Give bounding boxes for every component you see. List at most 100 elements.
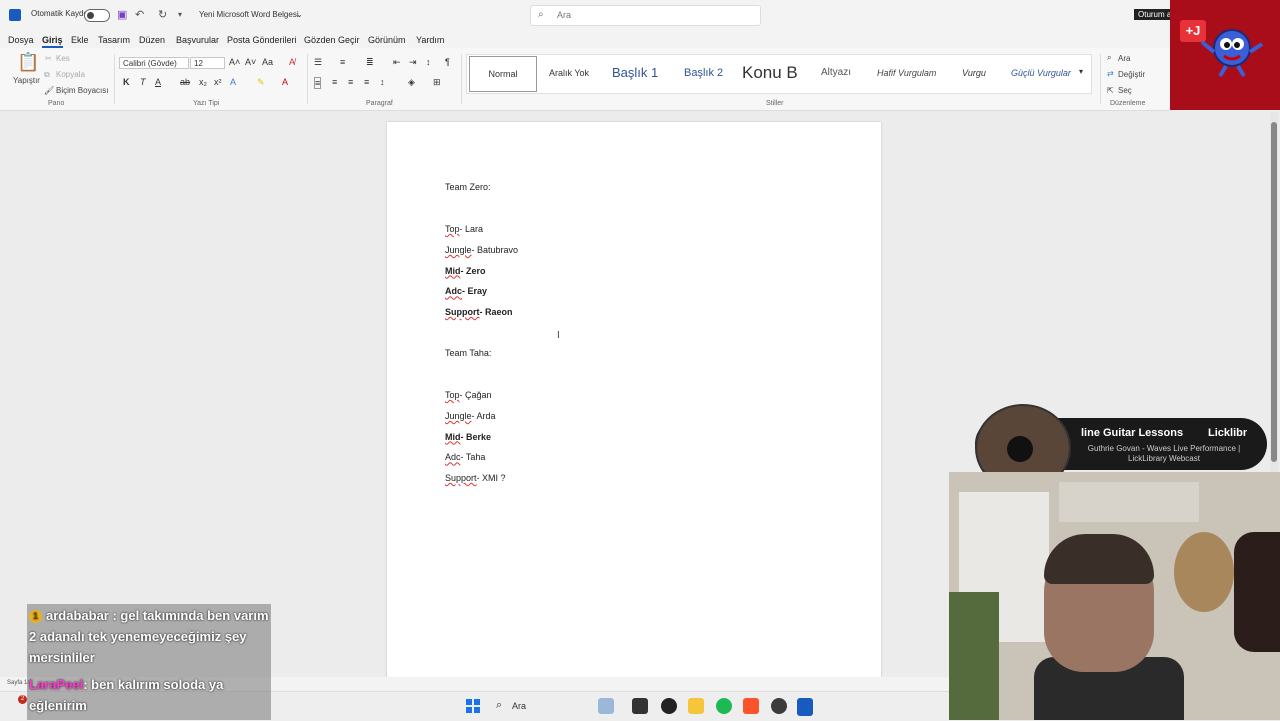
taskbar-search-icon[interactable]: ⌕ xyxy=(496,699,502,712)
player-line: Top- Lara xyxy=(445,224,483,234)
font-size-select[interactable]: 12 xyxy=(190,57,225,69)
chevron-down-icon[interactable]: ⌄ xyxy=(296,10,303,19)
tab-view[interactable]: Görünüm xyxy=(368,35,406,45)
windows-start-icon[interactable] xyxy=(466,699,480,713)
search-placeholder: Ara xyxy=(557,10,572,20)
document-title[interactable]: Yeni Microsoft Word Belgesi xyxy=(199,10,299,19)
player-role: Adc xyxy=(445,452,461,463)
shading-icon[interactable]: ◈ xyxy=(408,77,415,88)
sort-icon[interactable]: ↕ xyxy=(426,57,431,67)
show-marks-icon[interactable]: ¶ xyxy=(445,57,450,67)
paste-icon[interactable]: 📋 xyxy=(17,52,39,73)
tab-mailings[interactable]: Posta Gönderileri xyxy=(227,35,297,45)
taskbar-spotify-icon[interactable] xyxy=(716,698,732,714)
player-role: Top xyxy=(445,390,460,400)
grow-font-icon[interactable]: A˄ xyxy=(229,57,240,67)
align-right-icon[interactable]: ≡ xyxy=(348,77,353,87)
player-line: Top- Çağan xyxy=(445,390,492,400)
italic-button[interactable]: T xyxy=(140,77,146,87)
underline-icon[interactable]: A xyxy=(155,77,161,87)
replace-button[interactable]: Değiştir xyxy=(1118,70,1145,79)
tab-design[interactable]: Tasarım xyxy=(98,35,130,45)
style-emphasis[interactable]: Vurgu xyxy=(962,55,986,91)
style-heading-1[interactable]: Başlık 1 xyxy=(612,55,658,91)
font-family-select[interactable]: Calibri (Gövde) xyxy=(119,57,189,69)
find-button[interactable]: Ara xyxy=(1118,54,1130,63)
redo-icon[interactable]: ↻ xyxy=(158,8,167,21)
replace-icon[interactable]: ⇄ xyxy=(1107,69,1114,78)
taskbar-obs-icon[interactable] xyxy=(661,698,677,714)
increase-indent-icon[interactable]: ⇥ xyxy=(409,57,417,68)
select-button[interactable]: Seç xyxy=(1118,86,1132,95)
style-normal[interactable]: Normal xyxy=(469,56,537,92)
paste-button[interactable]: Yapıştır xyxy=(13,76,40,85)
format-painter-button[interactable]: Biçim Boyacısı xyxy=(56,86,108,95)
tab-review[interactable]: Gözden Geçir xyxy=(304,35,360,45)
customize-toolbar-icon[interactable]: ▾ xyxy=(178,10,182,19)
styles-group-label: Stiller xyxy=(766,100,784,107)
bullets-icon[interactable]: ☰ xyxy=(314,57,322,68)
guitar-banner-title: line Guitar Lessons xyxy=(1081,427,1184,439)
bold-button[interactable]: K xyxy=(123,77,130,87)
guitar-banner-brand: Licklibr xyxy=(1208,427,1248,439)
format-painter-icon[interactable]: 🖌 xyxy=(44,86,54,95)
player-name: Batubravo xyxy=(477,244,519,255)
shrink-font-icon[interactable]: A˅ xyxy=(245,57,256,67)
text-effects-icon[interactable]: A xyxy=(230,77,236,87)
taskbar-app-icon[interactable] xyxy=(771,698,787,714)
taskbar-word-icon[interactable] xyxy=(797,698,813,716)
style-heading-2[interactable]: Başlık 2 xyxy=(684,55,723,91)
superscript-icon[interactable]: x² xyxy=(214,77,222,87)
title-bar: Otomatik Kaydet ▣ ↶ ↻ ▾ Yeni Microsoft W… xyxy=(0,0,1280,30)
taskbar-search[interactable]: Ara xyxy=(512,701,526,711)
style-subtitle[interactable]: Altyazı xyxy=(821,55,851,91)
tab-help[interactable]: Yardım xyxy=(416,35,444,45)
strikethrough-icon[interactable]: ab xyxy=(180,77,190,87)
style-subtle-emphasis[interactable]: Hafif Vurgulam xyxy=(877,55,936,91)
clear-format-icon[interactable]: A̸ xyxy=(289,57,295,67)
align-center-icon[interactable]: ≡ xyxy=(332,77,337,87)
tab-layout[interactable]: Düzen xyxy=(139,35,165,45)
decrease-indent-icon[interactable]: ⇤ xyxy=(393,57,401,68)
tab-home[interactable]: Giriş xyxy=(42,35,63,48)
change-case-icon[interactable]: Aa xyxy=(262,57,273,67)
tab-references[interactable]: Başvurular xyxy=(176,35,219,45)
tab-insert[interactable]: Ekle xyxy=(71,35,89,45)
taskbar-plane-icon[interactable] xyxy=(598,698,614,714)
undo-icon[interactable]: ↶ xyxy=(135,8,144,21)
taskbar-explorer-icon[interactable] xyxy=(688,698,704,714)
justify-icon[interactable]: ≡ xyxy=(364,77,369,87)
copy-icon[interactable]: ⧉ xyxy=(44,70,50,80)
highlight-icon[interactable]: ✎ xyxy=(257,77,265,88)
scrollbar-thumb[interactable] xyxy=(1271,122,1277,462)
save-icon[interactable]: ▣ xyxy=(117,8,127,21)
find-icon[interactable]: ⌕ xyxy=(1107,53,1111,63)
mascot-icon xyxy=(1200,29,1264,78)
notification-badge: 2 xyxy=(18,695,27,704)
paragraph-group-label: Paragraf xyxy=(366,100,393,107)
style-no-spacing[interactable]: Aralık Yok xyxy=(549,55,589,91)
tab-file[interactable]: Dosya xyxy=(8,35,34,45)
search-box[interactable]: ⌕ Ara xyxy=(530,5,761,26)
copy-button[interactable]: Kopyala xyxy=(56,70,85,79)
autosave-toggle[interactable] xyxy=(84,9,110,22)
taskbar-brave-icon[interactable] xyxy=(743,698,759,714)
divider xyxy=(461,54,462,104)
select-icon[interactable]: ⇱ xyxy=(1107,86,1114,95)
style-title[interactable]: Konu B xyxy=(742,55,804,91)
styles-more-icon[interactable]: ▾ xyxy=(1079,67,1083,76)
cut-icon[interactable]: ✂ xyxy=(45,54,52,63)
line-spacing-icon[interactable]: ↕ xyxy=(380,77,385,87)
numbering-icon[interactable]: ≡ xyxy=(340,57,345,67)
style-intense-emphasis[interactable]: Güçlü Vurgular xyxy=(1011,55,1075,91)
search-icon: ⌕ xyxy=(538,9,544,20)
chat-username: ardababar xyxy=(46,608,109,623)
cut-button[interactable]: Kes xyxy=(56,54,70,63)
document-page[interactable]: Team Zero: Top- Lara Jungle- Batubravo Mid… xyxy=(387,122,881,682)
taskbar-task-view-icon[interactable] xyxy=(632,698,648,714)
align-left-icon[interactable]: ≡ xyxy=(314,77,322,89)
subscript-icon[interactable]: x₂ xyxy=(199,77,207,87)
borders-icon[interactable]: ⊞ xyxy=(433,77,441,88)
font-color-icon[interactable]: A xyxy=(282,77,288,87)
multilevel-list-icon[interactable]: ≣ xyxy=(366,57,374,68)
